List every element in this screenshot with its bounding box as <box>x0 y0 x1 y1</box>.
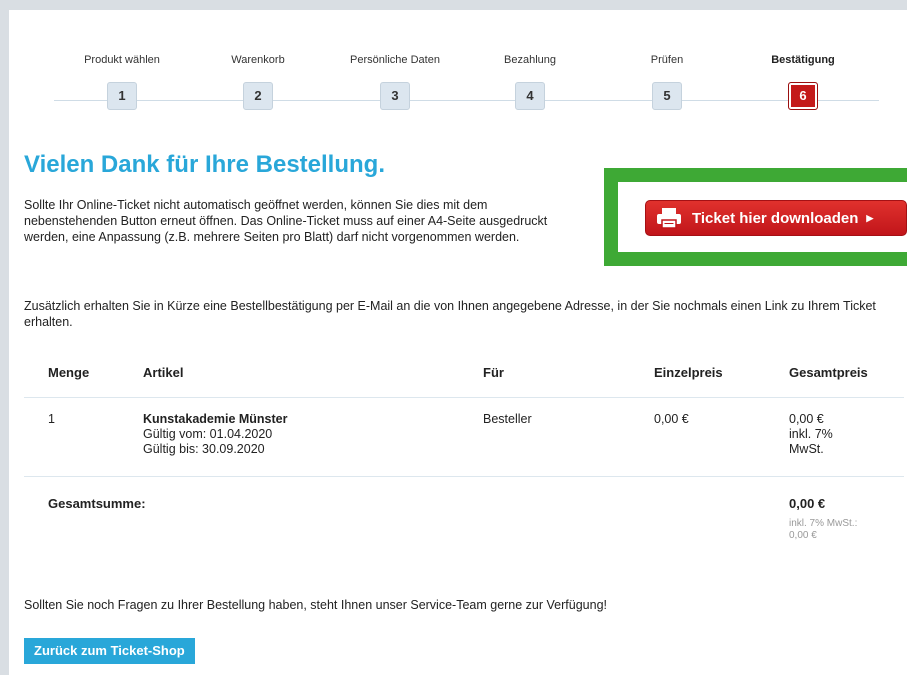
column-header-item: Artikel <box>143 365 184 380</box>
step-5: Prüfen 5 <box>607 53 727 110</box>
step-label: Persönliche Daten <box>350 54 440 66</box>
download-highlight: Ticket hier downloaden ▶ <box>604 168 907 266</box>
step-label: Bezahlung <box>504 54 556 66</box>
item-valid-to: Gültig bis: 30.09.2020 <box>143 442 265 456</box>
total-price-value: 0,00 € <box>789 412 824 426</box>
checkout-progress: Produkt wählen 1 Warenkorb 2 Persönliche… <box>9 10 907 130</box>
sum-tax-label: inkl. 7% MwSt.: <box>789 518 858 529</box>
column-header-for: Für <box>483 365 504 380</box>
item-name: Kunstakademie Münster <box>143 412 288 426</box>
row-for: Besteller <box>483 412 532 426</box>
step-label: Bestätigung <box>771 54 835 66</box>
step-6: Bestätigung 6 <box>743 53 863 110</box>
row-divider <box>24 476 904 477</box>
row-divider <box>24 397 904 398</box>
arrow-right-icon: ▶ <box>866 212 874 223</box>
step-1: Produkt wählen 1 <box>62 53 182 110</box>
sum-value: 0,00 € <box>789 496 826 511</box>
item-valid-from: Gültig vom: 01.04.2020 <box>143 427 273 441</box>
sum-tax-value: 0,00 € <box>789 530 817 541</box>
step-number: 2 <box>243 82 273 110</box>
step-label: Prüfen <box>650 54 684 66</box>
step-number: 6 <box>788 82 818 110</box>
step-4: Bezahlung 4 <box>470 53 590 110</box>
back-to-shop-button[interactable]: Zurück zum Ticket-Shop <box>24 638 195 664</box>
step-number: 3 <box>380 82 410 110</box>
column-header-qty: Menge <box>48 365 90 380</box>
column-header-unit-price: Einzelpreis <box>654 365 723 380</box>
total-price-tax-label: MwSt. <box>789 442 824 456</box>
printer-icon <box>657 208 681 229</box>
page-title: Vielen Dank für Ihre Bestellung. <box>24 151 385 178</box>
sum-label: Gesamtsumme: <box>48 496 146 511</box>
step-label: Produkt wählen <box>84 54 160 66</box>
step-number: 4 <box>515 82 545 110</box>
intro-text: Sollte Ihr Online-Ticket nicht automatis… <box>24 198 548 244</box>
sum-value-block: 0,00 € inkl. 7% MwSt.: 0,00 € <box>789 496 857 542</box>
row-item: Kunstakademie Münster Gültig vom: 01.04.… <box>143 412 287 457</box>
download-ticket-button[interactable]: Ticket hier downloaden ▶ <box>645 200 907 236</box>
total-price-tax: inkl. 7% <box>789 427 833 441</box>
download-button-label: Ticket hier downloaden <box>692 209 859 227</box>
row-unit-price: 0,00 € <box>654 412 689 426</box>
download-area: Ticket hier downloaden ▶ <box>618 182 907 252</box>
step-3: Persönliche Daten 3 <box>335 53 455 110</box>
column-header-total-price: Gesamtpreis <box>789 365 868 380</box>
row-qty: 1 <box>48 412 55 426</box>
row-total-price: 0,00 € inkl. 7% MwSt. <box>789 412 833 457</box>
step-label: Warenkorb <box>231 54 285 66</box>
service-info-text: Sollten Sie noch Fragen zu Ihrer Bestell… <box>24 598 607 612</box>
email-info-text: Zusätzlich erhalten Sie in Kürze eine Be… <box>24 299 876 329</box>
step-2: Warenkorb 2 <box>198 53 318 110</box>
order-confirmation-panel: Produkt wählen 1 Warenkorb 2 Persönliche… <box>9 10 907 675</box>
step-number: 5 <box>652 82 682 110</box>
step-number: 1 <box>107 82 137 110</box>
